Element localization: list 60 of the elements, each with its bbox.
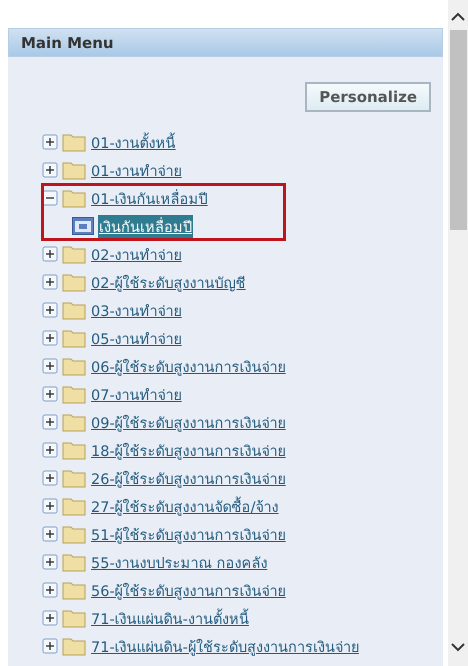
- folder-icon: [62, 608, 86, 628]
- personalize-button[interactable]: Personalize: [305, 82, 431, 112]
- folder-icon: [62, 272, 86, 292]
- folder-icon: [62, 160, 86, 180]
- expand-icon[interactable]: [42, 134, 58, 150]
- menu-link[interactable]: 01-เงินกันเหลื่อมปี: [90, 186, 209, 210]
- folder-icon: [62, 300, 86, 320]
- menu-link[interactable]: 06-ผู้ใช้ระดับสูงงานการเงินจ่าย: [90, 354, 287, 378]
- menu-link[interactable]: 18-ผู้ใช้ระดับสูงงานการเงินจ่าย: [90, 438, 287, 462]
- folder-icon: [62, 412, 86, 432]
- menu-link[interactable]: 03-งานทำจ่าย: [90, 298, 183, 322]
- menu-link[interactable]: 02-งานทำจ่าย: [90, 242, 183, 266]
- expand-icon[interactable]: [42, 526, 58, 542]
- expand-icon[interactable]: [42, 582, 58, 598]
- folder-icon: [62, 496, 86, 516]
- menu-link[interactable]: 01-งานตั้งหนี้: [90, 130, 177, 154]
- folder-icon: [62, 356, 86, 376]
- folder-icon: [62, 188, 86, 208]
- expand-icon[interactable]: [42, 386, 58, 402]
- folder-icon: [62, 468, 86, 488]
- folder-icon: [62, 524, 86, 544]
- expand-icon[interactable]: [42, 554, 58, 570]
- panel-title: Main Menu: [21, 34, 114, 52]
- expand-icon[interactable]: [42, 246, 58, 262]
- folder-icon: [62, 328, 86, 348]
- folder-icon: [62, 440, 86, 460]
- menu-link[interactable]: เงินกันเหลื่อมปี: [98, 214, 193, 238]
- scrollbar[interactable]: [448, 0, 468, 666]
- menu-link[interactable]: 71-เงินแผ่นดิน-งานตั้งหนี้: [90, 606, 250, 630]
- scroll-thumb[interactable]: [450, 30, 466, 230]
- expand-icon[interactable]: [42, 330, 58, 346]
- menu-link[interactable]: 01-งานทำจ่าย: [90, 158, 183, 182]
- menu-link[interactable]: 71-เงินแผ่นดิน-ผู้ใช้ระดับสูงงานการเงินจ่าย: [90, 634, 360, 658]
- expand-icon[interactable]: [42, 414, 58, 430]
- window-icon: [72, 217, 94, 235]
- folder-icon: [62, 580, 86, 600]
- menu-link[interactable]: 56-ผู้ใช้ระดับสูงงานการเงินจ่าย: [90, 578, 287, 602]
- expand-icon[interactable]: [42, 302, 58, 318]
- menu-link[interactable]: 55-งานงบประมาณ กองคลัง: [90, 550, 268, 574]
- menu-link[interactable]: 02-ผู้ใช้ระดับสูงงานบัญชี: [90, 270, 247, 294]
- expand-icon[interactable]: [42, 470, 58, 486]
- folder-icon: [62, 384, 86, 404]
- folder-icon: [62, 132, 86, 152]
- folder-icon: [62, 552, 86, 572]
- menu-link[interactable]: 05-งานทำจ่าย: [90, 326, 183, 350]
- expand-icon[interactable]: [42, 638, 58, 654]
- menu-link[interactable]: 09-ผู้ใช้ระดับสูงงานการเงินจ่าย: [90, 410, 287, 434]
- expand-icon[interactable]: [42, 610, 58, 626]
- expand-icon[interactable]: [42, 498, 58, 514]
- expand-icon[interactable]: [42, 274, 58, 290]
- collapse-icon[interactable]: [42, 190, 58, 206]
- folder-icon: [62, 244, 86, 264]
- menu-link[interactable]: 07-งานทำจ่าย: [90, 382, 183, 406]
- expand-icon[interactable]: [42, 162, 58, 178]
- menu-link[interactable]: 51-ผู้ใช้ระดับสูงงานการเงินจ่าย: [90, 522, 287, 546]
- menu-link[interactable]: 27-ผู้ใช้ระดับสูงงานจัดซื้อ/จ้าง: [90, 494, 280, 518]
- folder-icon: [62, 636, 86, 656]
- menu-link[interactable]: 26-ผู้ใช้ระดับสูงงานการเงินจ่าย: [90, 466, 287, 490]
- expand-icon[interactable]: [42, 442, 58, 458]
- expand-icon[interactable]: [42, 358, 58, 374]
